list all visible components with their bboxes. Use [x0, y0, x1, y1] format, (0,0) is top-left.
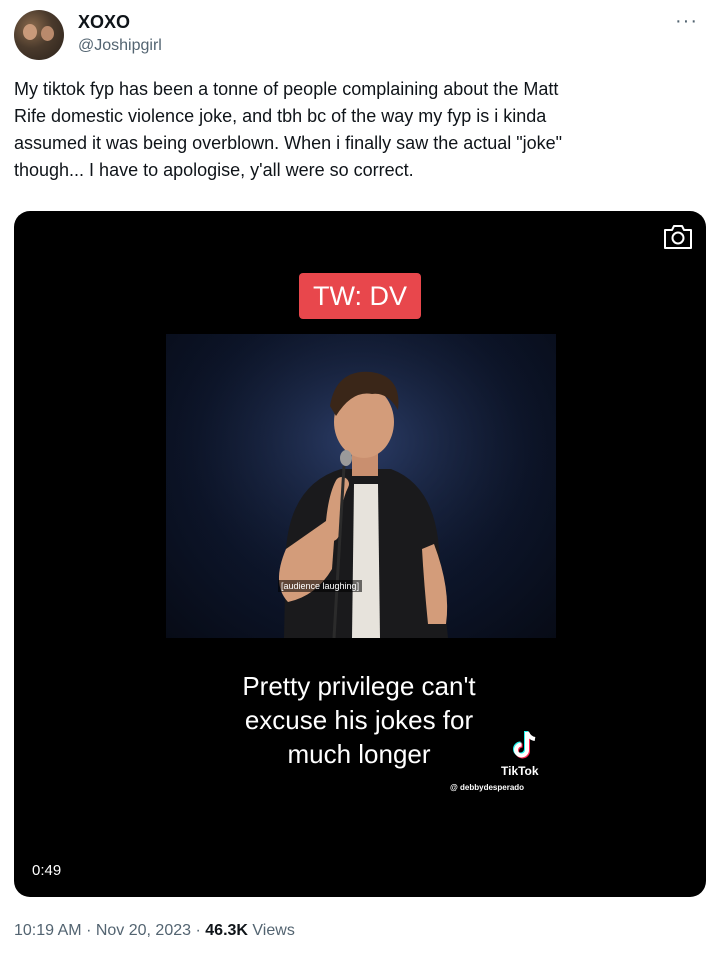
- tiktok-watermark-user: @ debbydesperado: [450, 783, 525, 792]
- tweet: XOXO @Joshipgirl ··· My tiktok fyp has b…: [0, 0, 720, 958]
- camera-icon[interactable]: [662, 223, 694, 251]
- avatar[interactable]: [14, 10, 64, 60]
- tiktok-watermark-brand: TikTok: [501, 764, 539, 778]
- tweet-text-line: though... I have to apologise, y'all wer…: [14, 160, 414, 180]
- video-player[interactable]: TW: DV [audience laughing] Pretty privil…: [14, 211, 706, 897]
- comedian-figure: [166, 334, 556, 638]
- overlay-text-line: much longer: [287, 739, 431, 769]
- avatar-person-2: [41, 26, 54, 41]
- tweet-text-line: assumed it was being overblown. When i f…: [14, 133, 563, 153]
- views-count: 46.3K: [205, 922, 248, 939]
- more-options-icon[interactable]: ···: [675, 10, 698, 33]
- tweet-metadata: 10:19 AM · Nov 20, 2023 · 46.3K Views: [14, 922, 295, 940]
- trigger-warning-badge: TW: DV: [299, 273, 421, 319]
- views-label: Views: [252, 922, 295, 939]
- avatar-person-1: [23, 24, 37, 40]
- video-frame: [audience laughing]: [166, 334, 556, 638]
- tiktok-logo-icon: [513, 731, 536, 759]
- overlay-text-line: Pretty privilege can't: [242, 671, 476, 701]
- video-subtitle: [audience laughing]: [278, 580, 363, 592]
- meta-separator: ·: [86, 922, 92, 939]
- tweet-text-line: Rife domestic violence joke, and tbh bc …: [14, 106, 547, 126]
- tweet-text-line: My tiktok fyp has been a tonne of people…: [14, 79, 559, 99]
- tweet-time[interactable]: 10:19 AM: [14, 922, 82, 939]
- author-handle[interactable]: @Joshipgirl: [78, 37, 162, 55]
- tweet-date[interactable]: Nov 20, 2023: [96, 922, 191, 939]
- overlay-text-line: excuse his jokes for: [244, 705, 474, 735]
- video-overlay-text: Pretty privilege can't excuse his jokes …: [174, 669, 544, 771]
- video-duration: 0:49: [32, 862, 62, 879]
- author-name[interactable]: XOXO: [78, 12, 130, 33]
- tweet-text: My tiktok fyp has been a tonne of people…: [14, 76, 704, 184]
- meta-separator: ·: [195, 922, 201, 939]
